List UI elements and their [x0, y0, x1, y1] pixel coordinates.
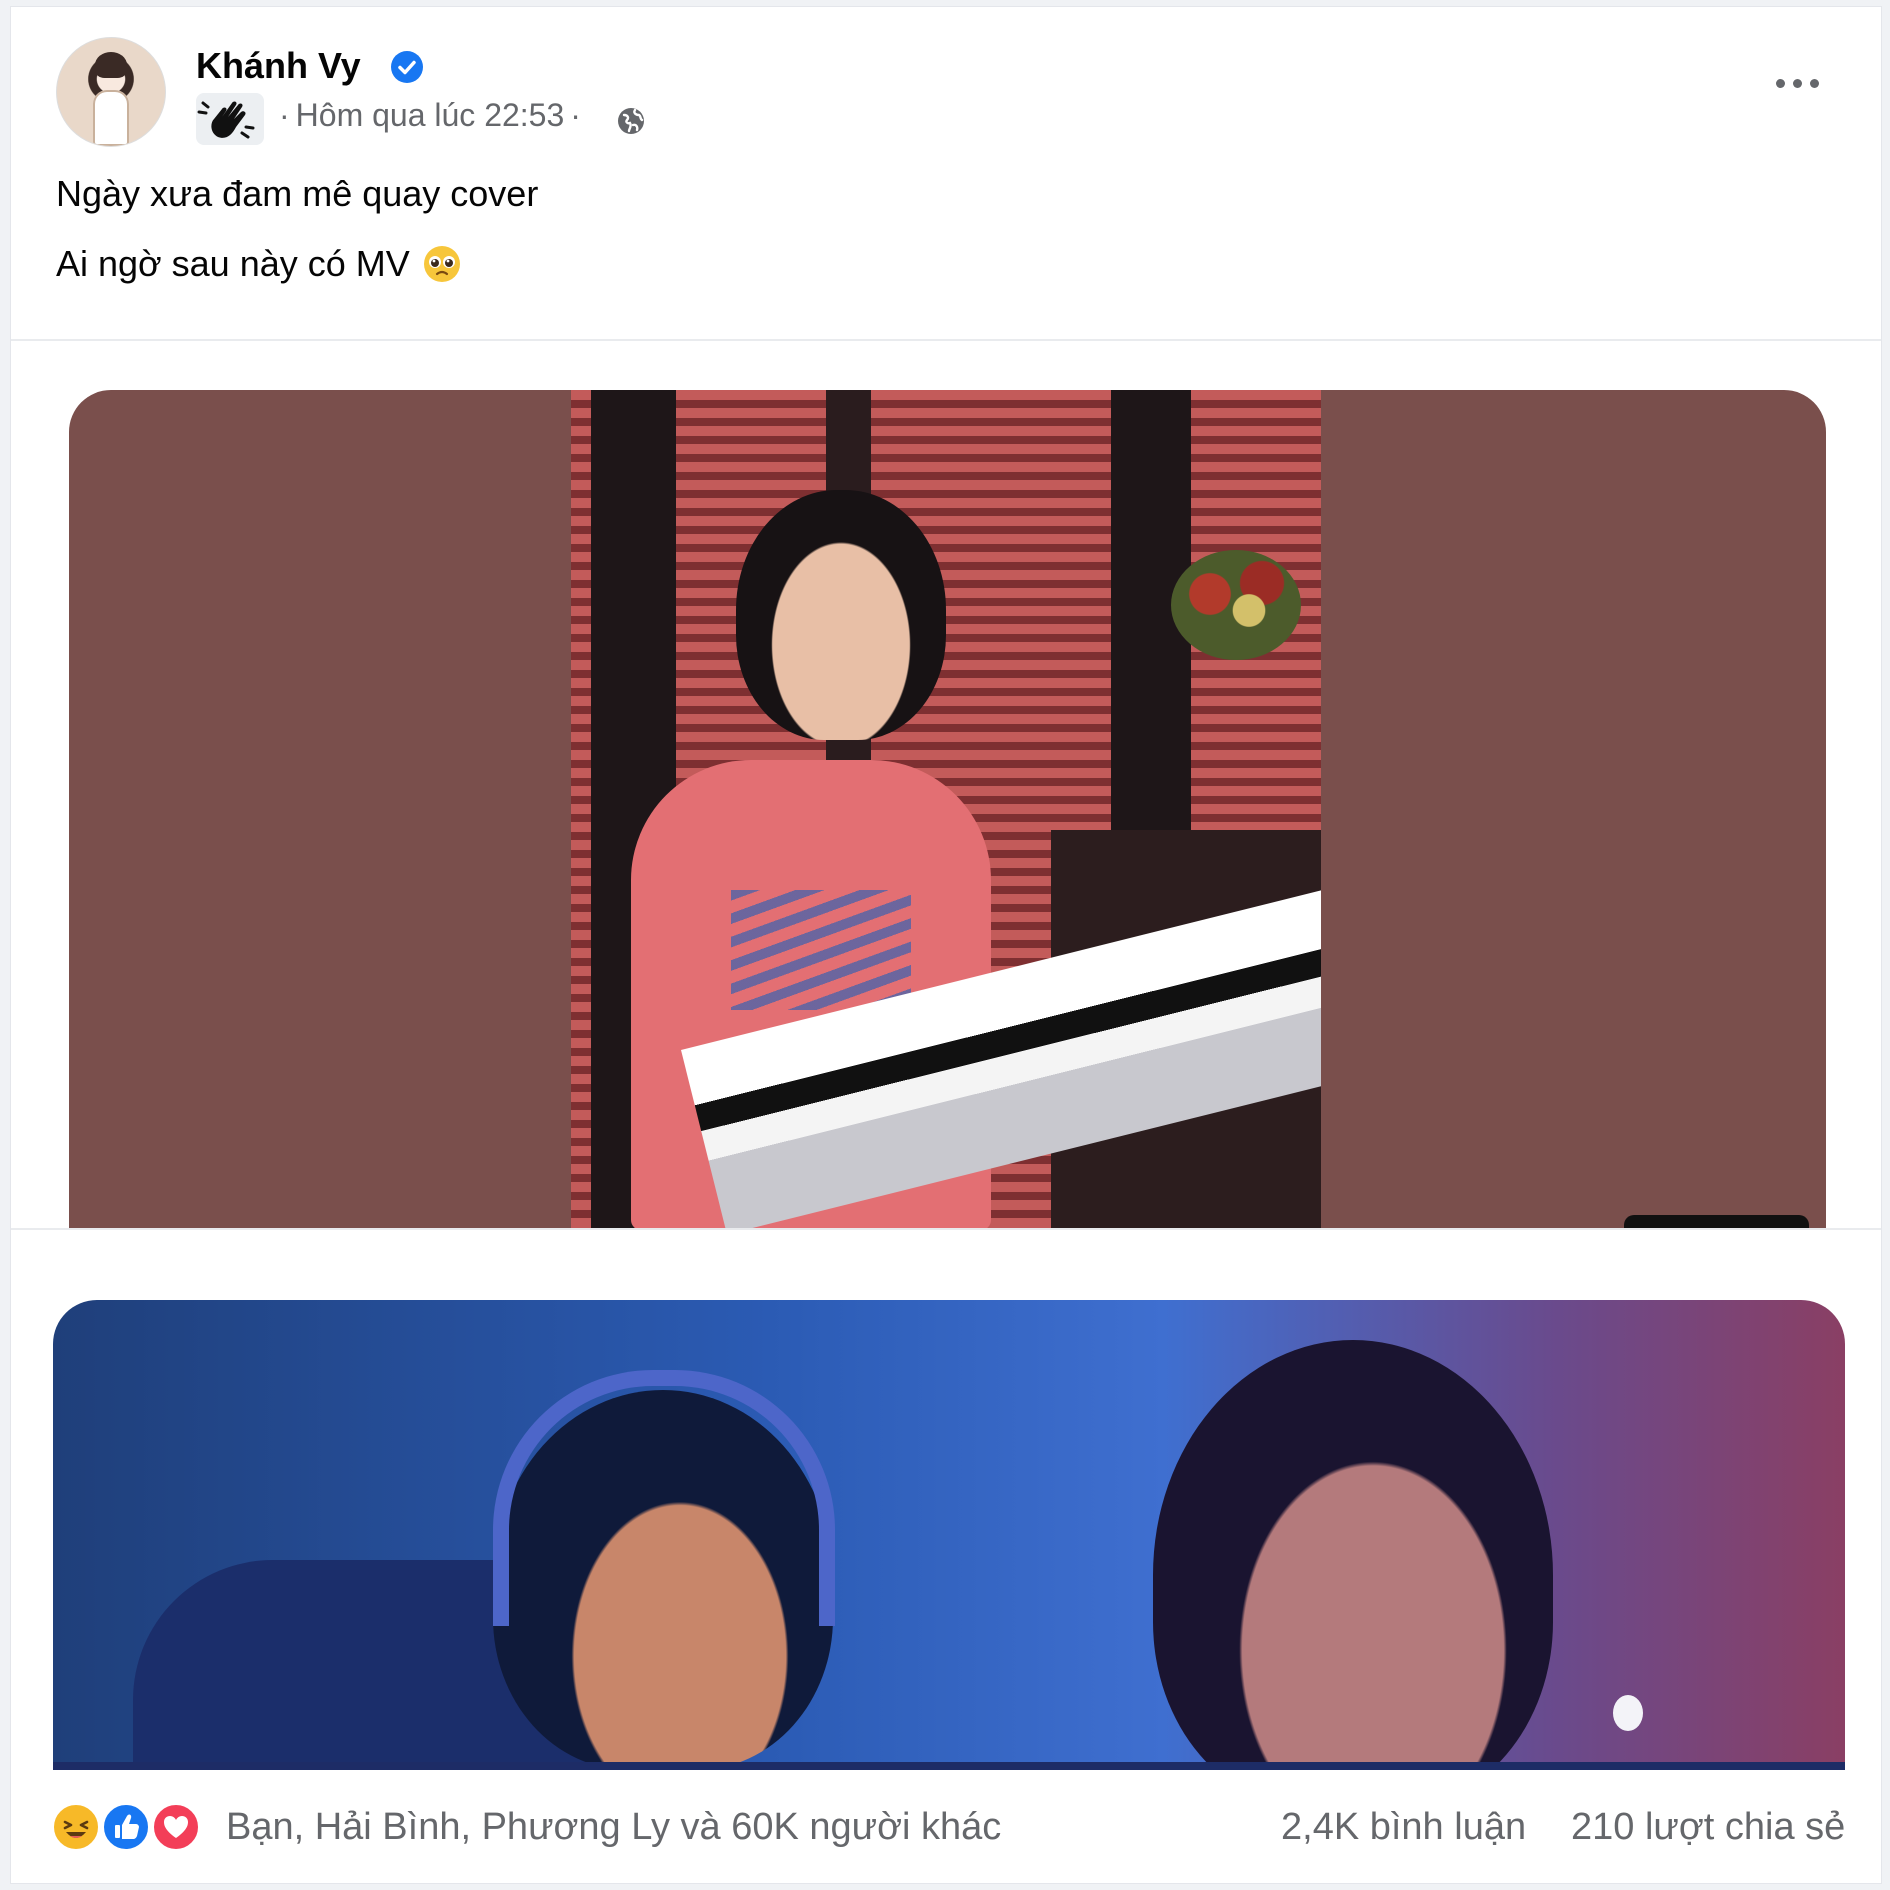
author-name[interactable]: Khánh Vy [196, 45, 361, 87]
more-dot [1792, 78, 1802, 88]
video-progress-strip [53, 1762, 1845, 1770]
meta-separator: · [570, 97, 581, 133]
reaction-icons[interactable] [51, 1802, 221, 1856]
post-footer: Bạn, Hải Bình, Phương Ly và 60K người kh… [11, 1770, 1881, 1882]
flower-vase [1171, 550, 1301, 660]
more-options-icon[interactable] [1773, 73, 1821, 93]
video-overlay-badge [1624, 1215, 1809, 1228]
avatar-hair [95, 52, 127, 78]
post-text-line-2: Ai ngờ sau này có MV [56, 243, 410, 284]
like-icon [101, 1802, 151, 1852]
post-text-line-1: Ngày xưa đam mê quay cover [56, 173, 539, 214]
waving-hand-sticker-icon [196, 93, 264, 145]
header-divider [11, 339, 1881, 341]
love-icon [151, 1802, 201, 1852]
meta-separator: · [279, 97, 290, 133]
video-frame [571, 390, 1321, 1228]
globe-icon[interactable] [615, 105, 647, 137]
shirt-print [731, 890, 911, 1010]
woman-figure [1153, 1340, 1553, 1770]
video-player-cover[interactable] [69, 390, 1826, 1228]
share-count[interactable]: 210 lượt chia sẻ [1571, 1806, 1845, 1849]
post-meta: · Hôm qua lúc 22:53 · [273, 97, 587, 134]
facebook-post: Khánh Vy · Hôm qua lúc 22:53 · Ngày xưa đa… [10, 6, 1882, 1884]
post-timestamp[interactable]: Hôm qua lúc 22:53 [296, 97, 565, 133]
video-player-mv[interactable] [53, 1300, 1845, 1770]
more-dot [1775, 78, 1785, 88]
comment-count[interactable]: 2,4K bình luận [1281, 1806, 1526, 1849]
haha-icon [51, 1802, 101, 1852]
author-avatar[interactable] [56, 37, 166, 147]
pleading-face-emoji-icon [422, 244, 462, 284]
media-divider [11, 1228, 1881, 1230]
avatar-figure [93, 90, 129, 146]
post-text: Ngày xưa đam mê quay cover Ai ngờ sau nà… [56, 172, 538, 312]
reactors-summary[interactable]: Bạn, Hải Bình, Phương Ly và 60K người kh… [226, 1806, 1001, 1849]
headphones [493, 1370, 835, 1626]
earring [1613, 1695, 1643, 1731]
more-dot [1809, 78, 1819, 88]
post-text-line: Ai ngờ sau này có MV [56, 242, 538, 312]
post-text-line: Ngày xưa đam mê quay cover [56, 172, 538, 242]
verified-badge-icon [391, 51, 423, 83]
girl-head [736, 490, 946, 740]
